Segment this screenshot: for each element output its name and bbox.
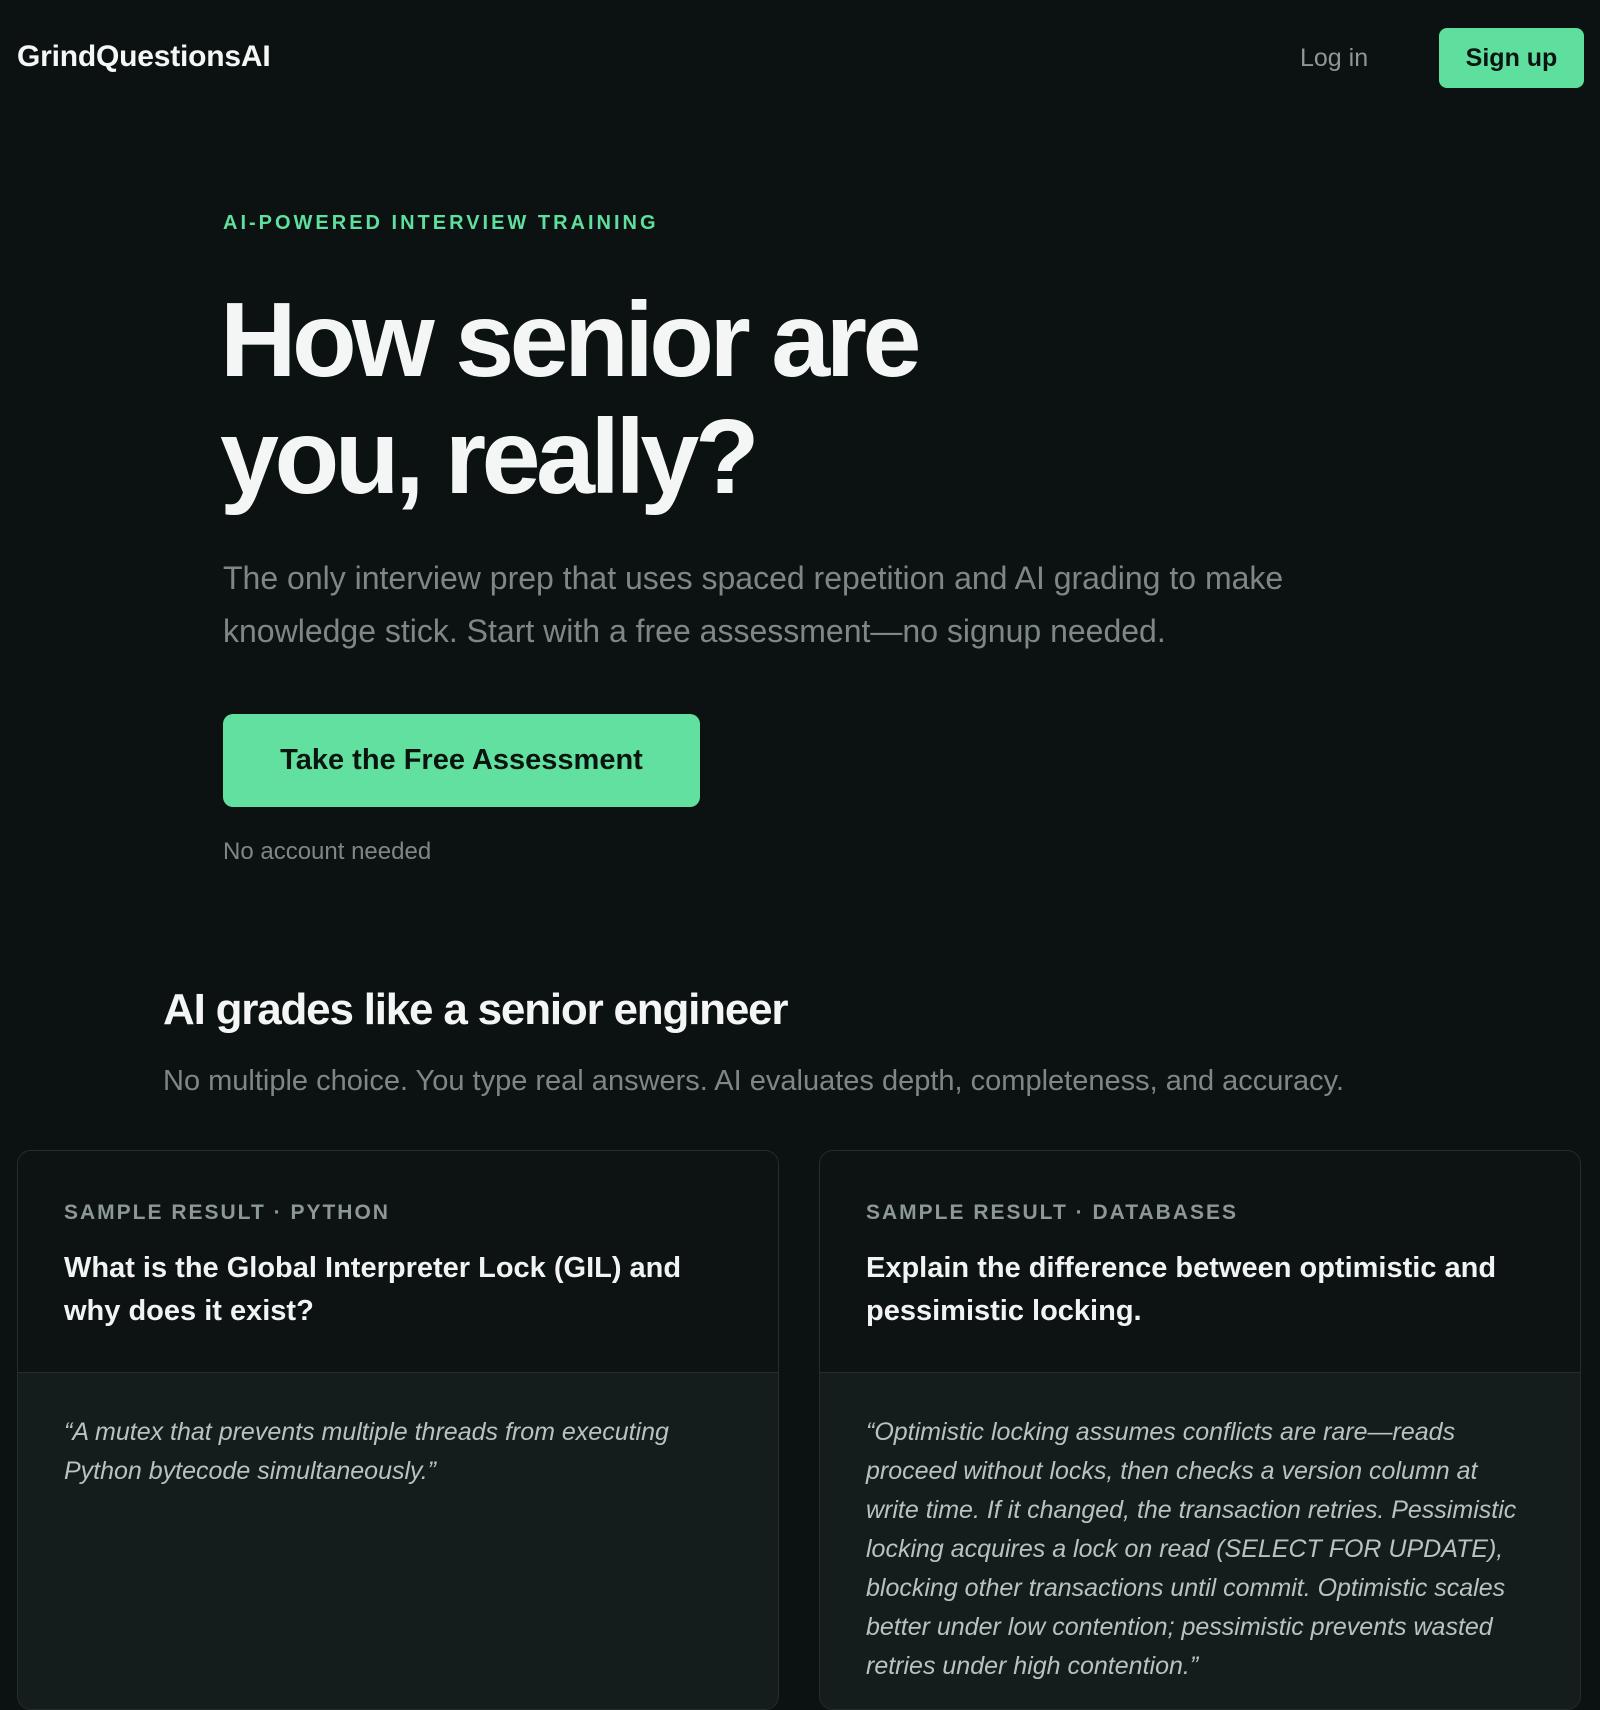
login-link[interactable]: Log in [1300,44,1368,73]
site-header: GrindQuestionsAI Log in Sign up [0,0,1600,118]
card-header: SAMPLE RESULT · DATABASES Explain the di… [820,1151,1580,1373]
take-assessment-button[interactable]: Take the Free Assessment [223,714,700,807]
hero-eyebrow: AI-POWERED INTERVIEW TRAINING [223,212,659,234]
card-answer: “Optimistic locking assumes conflicts ar… [866,1418,1517,1680]
sample-result-card-python: SAMPLE RESULT · PYTHON What is the Globa… [17,1150,779,1710]
card-question: Explain the difference between optimisti… [866,1252,1497,1327]
card-meta: SAMPLE RESULT · PYTHON [64,1201,390,1224]
card-header: SAMPLE RESULT · PYTHON What is the Globa… [18,1151,778,1373]
card-meta: SAMPLE RESULT · DATABASES [866,1201,1239,1224]
hero-subtitle: The only interview prep that uses spaced… [223,560,1284,649]
card-question: What is the Global Interpreter Lock (GIL… [64,1252,682,1327]
card-answer-area: “Optimistic locking assumes conflicts ar… [820,1373,1580,1709]
cta-note: No account needed [223,838,432,865]
card-answer: “A mutex that prevents multiple threads … [64,1418,669,1485]
signup-button[interactable]: Sign up [1439,28,1584,88]
hero-title-line2: you, really? [220,398,760,516]
hero-title: How senior are you, really? [220,282,1220,516]
logo[interactable]: GrindQuestionsAI [17,40,271,74]
section-title: AI grades like a senior engineer [163,985,789,1034]
section-subtitle: No multiple choice. You type real answer… [163,1065,1345,1097]
sample-result-card-databases: SAMPLE RESULT · DATABASES Explain the di… [819,1150,1581,1710]
card-answer-area: “A mutex that prevents multiple threads … [18,1373,778,1709]
hero-title-line1: How senior are [220,281,921,399]
